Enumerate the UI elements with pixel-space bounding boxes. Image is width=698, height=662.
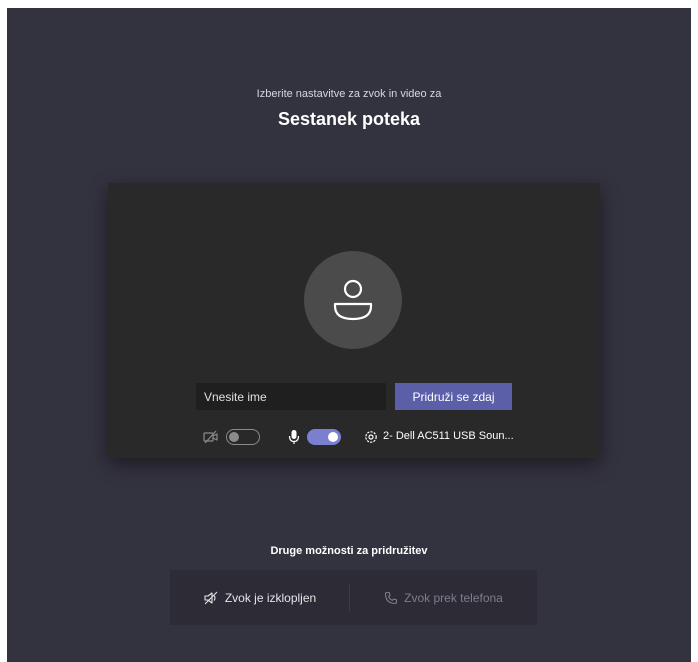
settings-subtitle: Izberite nastavitve za zvok in video za [256,88,442,100]
microphone-toggle-knob [328,432,338,442]
gear-icon[interactable] [363,426,379,448]
media-controls: 2- Dell AC511 USB Soun... [108,426,600,448]
pre-join-screen: Izberite nastavitve za zvok in video za … [7,8,691,662]
audio-off-label: Zvok je izklopljen [224,590,317,605]
audio-off-option[interactable]: Zvok je izklopljen [170,570,349,625]
microphone-icon [288,426,300,448]
meeting-title: Sestanek poteka [277,109,421,129]
phone-audio-label: Zvok prek telefona [404,590,503,605]
camera-off-icon [203,426,219,448]
avatar [304,251,402,349]
camera-toggle-knob [229,431,239,442]
name-input[interactable] [196,383,386,410]
video-preview: Pridruži se zdaj [108,183,600,458]
person-icon [333,279,373,321]
camera-toggle[interactable] [226,429,260,445]
phone-audio-option[interactable]: Zvok prek telefona [350,570,537,625]
microphone-toggle[interactable] [307,429,341,445]
other-join-options-title: Druge možnosti za pridružitev [270,545,428,557]
other-join-options: Zvok je izklopljen Zvok prek telefona [170,570,537,625]
audio-device-label[interactable]: 2- Dell AC511 USB Soun... [383,430,514,442]
phone-icon [385,591,398,604]
speaker-off-icon [204,591,218,604]
join-now-button[interactable]: Pridruži se zdaj [395,383,512,410]
